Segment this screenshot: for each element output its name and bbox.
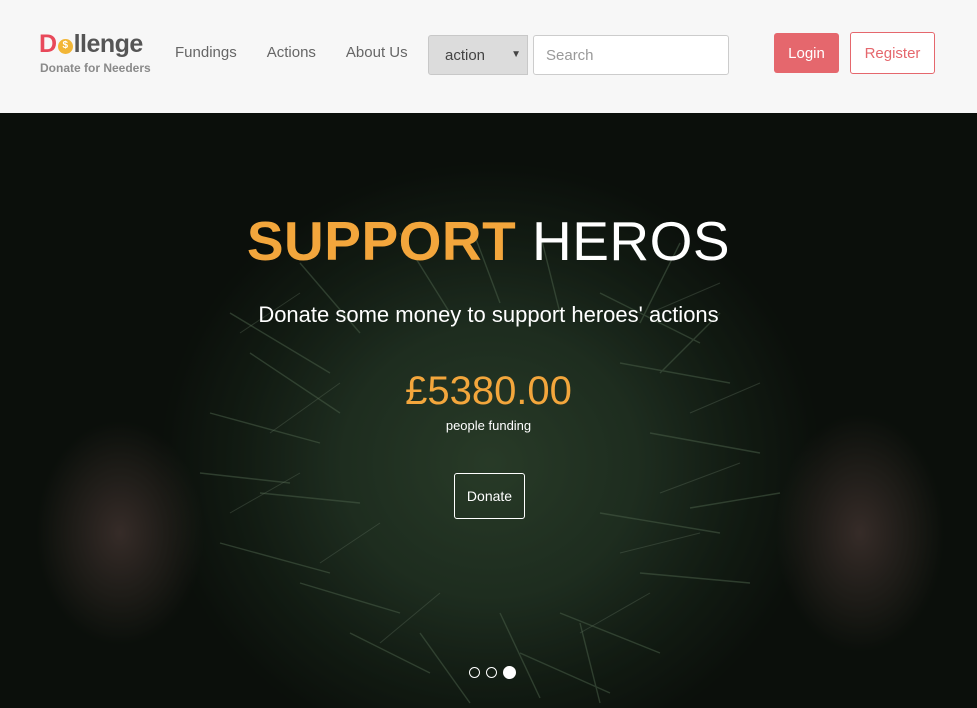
brand-tagline: Donate for Needers [40, 61, 151, 75]
top-navbar: D $ llenge Donate for Needers Fundings Act… [0, 0, 977, 113]
logo-wordmark: D $ llenge [39, 30, 151, 58]
caret-down-icon: ▼ [511, 49, 521, 60]
search-category-value: action [445, 46, 486, 64]
logo-letter-d: D [39, 30, 57, 58]
main-nav: Fundings Actions About Us [175, 44, 438, 61]
login-button[interactable]: Login [774, 33, 839, 73]
brand-logo[interactable]: D $ llenge Donate for Needers [39, 30, 151, 75]
hero-title-rest: HEROS [532, 210, 731, 272]
carousel-dot-2[interactable] [486, 667, 497, 678]
search-category-select[interactable]: action ▼ [428, 35, 528, 75]
coin-icon: $ [57, 38, 73, 54]
logo-text: llenge [73, 30, 144, 58]
funding-amount: £5380.00 [405, 369, 572, 413]
hero-subtitle: Donate some money to support heroes' act… [258, 302, 719, 327]
funding-amount-label: people funding [445, 418, 532, 433]
hero-title-accent: SUPPORT [246, 210, 517, 272]
register-button[interactable]: Register [850, 32, 935, 74]
hero-title: SUPPORT HEROS [0, 210, 977, 272]
donate-button[interactable]: Donate [454, 473, 525, 519]
nav-link-fundings[interactable]: Fundings [175, 44, 237, 61]
nav-link-about-us[interactable]: About Us [346, 44, 408, 61]
carousel-dot-1[interactable] [469, 667, 480, 678]
hero-carousel: SUPPORT HEROS Donate some money to suppo… [0, 113, 977, 708]
carousel-dot-3[interactable] [503, 666, 516, 679]
carousel-indicators [469, 666, 522, 679]
search-input[interactable] [533, 35, 729, 75]
nav-link-actions[interactable]: Actions [267, 44, 316, 61]
